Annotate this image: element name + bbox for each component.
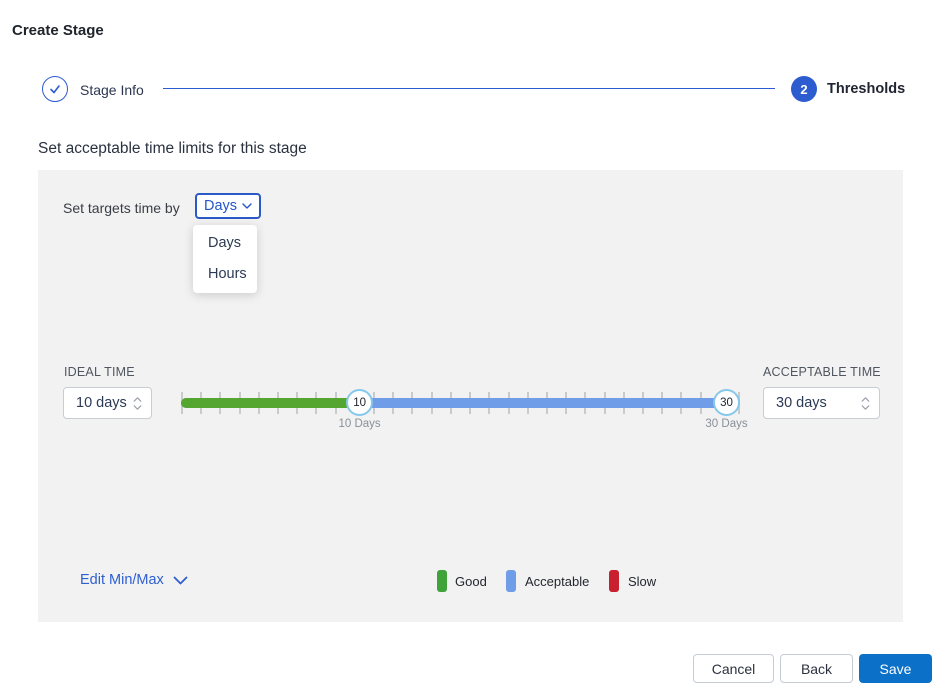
unit-dropdown-menu: Days Hours [193,225,257,293]
step-stage-info-label: Stage Info [80,82,144,98]
step-thresholds-indicator[interactable]: 2 [791,76,817,102]
create-stage-dialog: Create Stage Stage Info 2 Thresholds Set… [0,0,946,699]
stepper-up-icon [861,397,870,402]
edit-minmax-label: Edit Min/Max [80,572,164,588]
acceptable-time-label: ACCEPTABLE TIME [763,365,881,379]
legend-good-label: Good [455,574,487,589]
step-thresholds-label: Thresholds [827,81,905,97]
ideal-time-input[interactable]: 10 days [63,387,152,419]
slider-handle-acceptable[interactable]: 30 [713,389,740,416]
slider-acceptable-sublabel: 30 Days [705,418,747,430]
section-heading: Set acceptable time limits for this stag… [38,140,307,158]
step-stage-info-indicator[interactable] [42,76,68,102]
set-targets-label: Set targets time by [63,200,180,216]
save-button[interactable]: Save [859,654,932,683]
ideal-time-value: 10 days [76,395,127,411]
unit-dropdown[interactable]: Days [195,193,261,219]
step-number: 2 [800,82,807,97]
stepper-down-icon [133,405,142,410]
unit-dropdown-value: Days [204,198,237,214]
acceptable-time-value: 30 days [776,395,827,411]
stepper-connector-line [163,88,775,89]
stepper-up-icon [133,397,142,402]
legend-acceptable-label: Acceptable [525,574,589,589]
legend-good-swatch [437,570,447,592]
slider-ideal-sublabel: 10 Days [339,418,381,430]
stepper-down-icon [861,405,870,410]
slider-good-segment [181,398,360,408]
page-title: Create Stage [12,22,104,39]
edit-minmax-link[interactable]: Edit Min/Max [80,572,188,588]
slider-track[interactable] [181,398,740,408]
legend-slow-label: Slow [628,574,656,589]
slider-handle-acceptable-text: 30 [720,397,733,409]
ideal-time-stepper[interactable] [133,397,142,410]
cancel-button[interactable]: Cancel [693,654,774,683]
dropdown-option-days[interactable]: Days [193,228,257,259]
ideal-time-label: IDEAL TIME [64,365,135,379]
acceptable-time-input[interactable]: 30 days [763,387,880,419]
acceptable-time-stepper[interactable] [861,397,870,410]
check-icon [47,81,63,97]
chevron-down-icon [173,576,188,585]
dropdown-option-hours[interactable]: Hours [193,259,257,290]
legend-slow-swatch [609,570,619,592]
legend-acceptable-swatch [506,570,516,592]
slider-handle-ideal[interactable]: 10 [346,389,373,416]
slider-handle-ideal-text: 10 [353,397,366,409]
thresholds-panel: Set targets time by Days Days Hours IDEA… [38,170,903,622]
back-button[interactable]: Back [780,654,853,683]
chevron-down-icon [242,203,252,209]
